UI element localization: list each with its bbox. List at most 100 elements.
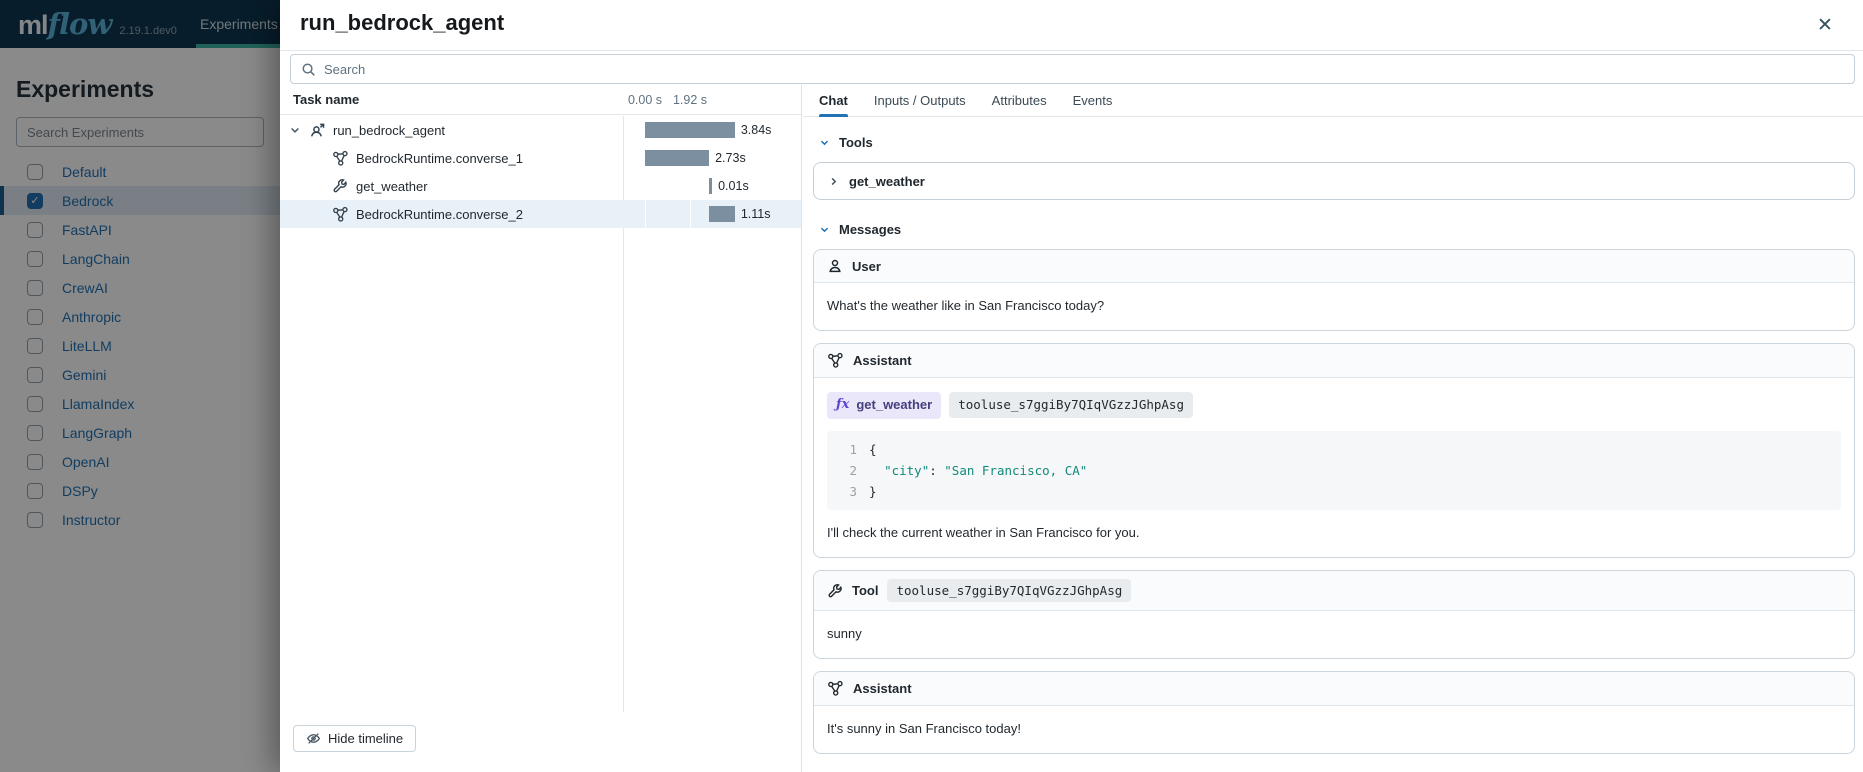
message-header: Assistant <box>814 672 1854 706</box>
close-icon[interactable]: ✕ <box>1811 12 1839 40</box>
nav-tab-experiments[interactable]: Experiments <box>200 0 278 48</box>
checkbox[interactable] <box>27 309 43 325</box>
model-icon <box>332 150 349 167</box>
checkbox-checked[interactable]: ✓ <box>27 193 43 209</box>
wrench-icon <box>827 583 843 599</box>
wrench-icon <box>332 178 349 195</box>
experiments-search-input[interactable] <box>16 117 264 147</box>
chevron-right-icon <box>828 176 839 187</box>
duration-bar <box>645 122 735 138</box>
sidebar-item-dspy[interactable]: DSPy <box>0 476 280 505</box>
sidebar-item-langchain[interactable]: LangChain <box>0 244 280 273</box>
tab-events[interactable]: Events <box>1073 85 1113 117</box>
span-name: run_bedrock_agent <box>333 123 445 138</box>
span-row-bedrockruntime-converse-2[interactable]: 1.11s BedrockRuntime.converse_2 <box>280 200 801 228</box>
span-name: get_weather <box>356 179 428 194</box>
trace-search-bar <box>290 54 1855 84</box>
tool-use-id-chip: tooluse_s7ggiBy7QIqVGzzJGhpAsg <box>887 579 1131 602</box>
timeline-panel: Task name 0.00 s 1.92 s 3.84s run_bedroc… <box>280 85 802 772</box>
sidebar-heading: Experiments <box>16 76 280 103</box>
span-row-bedrockruntime-converse-1[interactable]: 2.73s BedrockRuntime.converse_1 <box>280 144 801 172</box>
sidebar-item-instructor[interactable]: Instructor <box>0 505 280 534</box>
message-text: What's the weather like in San Francisco… <box>827 298 1104 313</box>
message-text: I'll check the current weather in San Fr… <box>827 525 1139 540</box>
fx-icon: ƒx <box>836 396 849 415</box>
axis-tick-1: 1.92 s <box>673 93 707 107</box>
header-divider <box>280 50 1863 51</box>
duration-bar <box>709 178 712 194</box>
trace-modal: run_bedrock_agent ✕ Task name 0.00 s 1.9… <box>280 0 1863 772</box>
message-card-user: User What's the weather like in San Fran… <box>813 249 1855 331</box>
eye-off-icon <box>306 731 321 746</box>
checkbox[interactable] <box>27 338 43 354</box>
checkbox[interactable] <box>27 512 43 528</box>
sidebar-item-crewai[interactable]: CrewAI <box>0 273 280 302</box>
sidebar-item-anthropic[interactable]: Anthropic <box>0 302 280 331</box>
tool-call-chips: ƒxget_weather tooluse_s7ggiBy7QIqVGzzJGh… <box>827 392 1841 419</box>
chevron-down-icon <box>819 137 830 148</box>
checkbox[interactable] <box>27 396 43 412</box>
model-icon <box>827 352 844 369</box>
duration-bar <box>645 150 709 166</box>
message-card-assistant-toolcall: Assistant ƒxget_weather tooluse_s7ggiBy7… <box>813 343 1855 558</box>
sidebar-item-litellm[interactable]: LiteLLM <box>0 331 280 360</box>
hide-timeline-button[interactable]: Hide timeline <box>293 725 416 752</box>
message-header: User <box>814 250 1854 283</box>
span-rows: 3.84s run_bedrock_agent 2.73s BedrockRun… <box>280 116 801 228</box>
model-icon <box>332 206 349 223</box>
duration-bar <box>709 206 735 222</box>
task-name-column-header: Task name <box>293 92 359 107</box>
sidebar-item-gemini[interactable]: Gemini <box>0 360 280 389</box>
checkbox[interactable] <box>27 367 43 383</box>
sidebar-item-openai[interactable]: OpenAI <box>0 447 280 476</box>
checkbox[interactable] <box>27 483 43 499</box>
messages-section-toggle[interactable]: Messages <box>819 222 1855 237</box>
trace-title: run_bedrock_agent <box>300 10 504 36</box>
search-icon <box>301 62 316 77</box>
tool-use-id-chip: tooluse_s7ggiBy7QIqVGzzJGhpAsg <box>949 392 1193 418</box>
tools-section-toggle[interactable]: Tools <box>819 135 1855 150</box>
span-row-get-weather[interactable]: 0.01s get_weather <box>280 172 801 200</box>
logo-text-ml: ml <box>18 10 48 41</box>
span-row-run-bedrock-agent[interactable]: 3.84s run_bedrock_agent <box>280 116 801 144</box>
version-label: 2.19.1.dev0 <box>119 25 177 37</box>
span-name: BedrockRuntime.converse_2 <box>356 207 523 222</box>
logo-text-flow: flow <box>48 7 112 41</box>
checkbox[interactable] <box>27 222 43 238</box>
checkbox[interactable] <box>27 454 43 470</box>
span-details-panel: Chat Inputs / Outputs Attributes Events … <box>803 85 1863 772</box>
checkbox[interactable] <box>27 164 43 180</box>
sidebar-item-langgraph[interactable]: LangGraph <box>0 418 280 447</box>
sidebar-item-bedrock[interactable]: ✓Bedrock <box>0 186 280 215</box>
message-header: Tool tooluse_s7ggiBy7QIqVGzzJGhpAsg <box>814 571 1854 611</box>
sidebar-item-fastapi[interactable]: FastAPI <box>0 215 280 244</box>
experiments-sidebar: Experiments Default ✓Bedrock FastAPI Lan… <box>0 48 280 772</box>
checkbox[interactable] <box>27 251 43 267</box>
tab-inputs-outputs[interactable]: Inputs / Outputs <box>874 85 966 117</box>
message-text: sunny <box>827 626 862 641</box>
trace-search-input[interactable] <box>324 62 1854 77</box>
message-card-assistant-final: Assistant It's sunny in San Francisco to… <box>813 671 1855 754</box>
axis-tick-0: 0.00 s <box>628 93 662 107</box>
sidebar-item-llamaindex[interactable]: LlamaIndex <box>0 389 280 418</box>
tool-definition-expander[interactable]: get_weather <box>813 162 1855 200</box>
sidebar-item-default[interactable]: Default <box>0 157 280 186</box>
tool-function-chip: ƒxget_weather <box>827 392 941 419</box>
details-tabs: Chat Inputs / Outputs Attributes Events <box>803 85 1863 117</box>
user-icon <box>827 258 843 274</box>
agent-icon <box>309 122 326 139</box>
message-card-tool: Tool tooluse_s7ggiBy7QIqVGzzJGhpAsg sunn… <box>813 570 1855 659</box>
model-icon <box>827 680 844 697</box>
message-header: Assistant <box>814 344 1854 378</box>
mlflow-logo[interactable]: mlflow 2.19.1.dev0 <box>18 7 177 41</box>
chevron-down-icon[interactable] <box>289 124 309 136</box>
chat-content: Tools get_weather Messages User What's t… <box>803 117 1863 772</box>
checkbox[interactable] <box>27 280 43 296</box>
span-name: BedrockRuntime.converse_1 <box>356 151 523 166</box>
tab-chat[interactable]: Chat <box>819 85 848 117</box>
tab-attributes[interactable]: Attributes <box>992 85 1047 117</box>
checkbox[interactable] <box>27 425 43 441</box>
timeline-header: Task name 0.00 s 1.92 s <box>280 85 801 115</box>
chevron-down-icon <box>819 224 830 235</box>
message-text: It's sunny in San Francisco today! <box>827 721 1021 736</box>
